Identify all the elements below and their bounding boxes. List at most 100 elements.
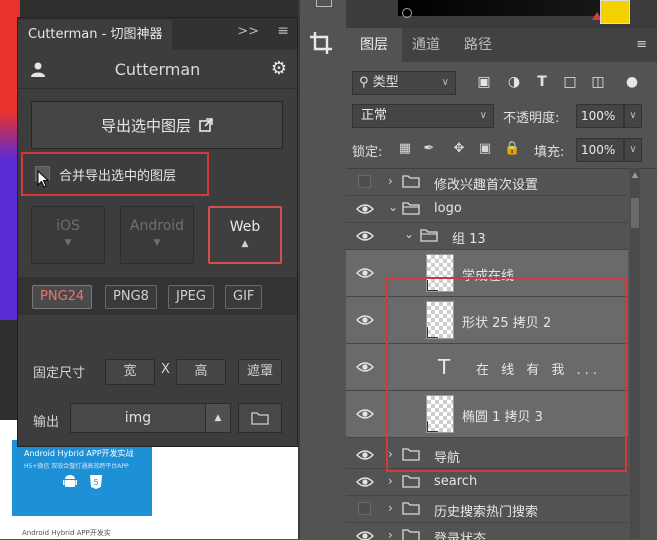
foreground-swatch[interactable]	[600, 0, 630, 24]
color-panel	[346, 0, 657, 28]
fixed-size-row: 固定尺寸 宽 X 高 遮罩	[18, 356, 297, 386]
eye-icon[interactable]	[356, 361, 374, 373]
export-selected-label: 导出选中图层	[100, 116, 191, 135]
eye-icon[interactable]	[356, 408, 374, 420]
lock-row: 锁定: ▦ ✒ ✥ ▣ 🔒 填充: 100% ∨	[352, 138, 652, 162]
type-filter-icon[interactable]: T	[534, 74, 550, 90]
layer-row[interactable]: › 导航	[346, 442, 628, 469]
cutterman-tab[interactable]: Cutterman - 切图神器	[18, 20, 173, 50]
lock-all-icon[interactable]: 🔒	[504, 142, 520, 156]
chevron-right-icon[interactable]: ›	[388, 528, 393, 540]
tab-layers[interactable]: 图层	[346, 28, 402, 62]
format-jpeg-button[interactable]: JPEG	[168, 285, 214, 309]
smart-object-icon	[427, 421, 438, 432]
layer-name: 在 线 有 我 ...	[476, 363, 601, 378]
visibility-toggle-off[interactable]	[358, 502, 371, 515]
smart-object-filter-icon[interactable]: ◫	[590, 74, 606, 90]
format-gif-button[interactable]: GIF	[225, 285, 263, 309]
lock-brush-icon[interactable]: ✒	[422, 142, 436, 156]
filter-toggle-icon[interactable]: ●	[624, 74, 640, 90]
eye-icon[interactable]	[356, 476, 374, 488]
lock-move-icon[interactable]: ✥	[452, 142, 466, 156]
platform-ios-button[interactable]: iOS ▼	[31, 206, 105, 264]
course-card-subtitle: H5+微信 双效合璧打通高效跨平台APP	[24, 463, 129, 470]
lock-transparent-icon[interactable]: ▦	[398, 142, 412, 156]
height-field[interactable]: 高	[176, 359, 226, 385]
width-field[interactable]: 宽	[105, 359, 155, 385]
eye-icon[interactable]	[356, 449, 374, 461]
layer-row[interactable]: › 修改兴趣首次设置	[346, 169, 628, 196]
fill-field[interactable]: 100%	[576, 138, 624, 162]
layer-row[interactable]: ⌄ logo	[346, 196, 628, 223]
layer-row-selected[interactable]: 形状 25 拷贝 2	[346, 297, 628, 344]
layer-row[interactable]: › 历史搜索热门搜索	[346, 496, 628, 523]
eye-icon[interactable]	[356, 230, 374, 242]
blend-mode-value: 正常	[361, 108, 388, 123]
layer-name: 学成在线	[462, 269, 515, 284]
layer-thumbnail	[426, 395, 454, 433]
chevron-down-icon[interactable]: ∨	[624, 104, 642, 128]
caret-up-icon[interactable]: ▲	[205, 403, 231, 433]
chevron-down-icon[interactable]: ⌄	[388, 200, 398, 214]
panel-menu-icon[interactable]: ≡	[636, 37, 647, 52]
smart-object-icon	[427, 327, 438, 338]
eye-icon[interactable]	[356, 314, 374, 326]
chevron-down-icon[interactable]: ⌄	[404, 227, 414, 241]
caret-up-icon[interactable]: ▲	[630, 170, 640, 179]
visibility-toggle-off[interactable]	[358, 175, 371, 188]
chevron-right-icon[interactable]: ›	[388, 447, 393, 461]
shape-filter-icon[interactable]: □	[562, 74, 578, 90]
color-picker-dot[interactable]	[402, 8, 412, 18]
panel-menu-icon[interactable]: ≡	[277, 23, 289, 39]
course-card-caption: Android Hybrid APP开发实	[22, 529, 111, 537]
platform-android-label: Android	[129, 218, 185, 234]
text-layer-icon: T	[438, 355, 451, 379]
chevron-right-icon[interactable]: ›	[388, 474, 393, 488]
opacity-field[interactable]: 100%	[576, 104, 624, 128]
tool-icon[interactable]	[316, 0, 332, 7]
layer-row[interactable]: › search	[346, 469, 628, 496]
output-folder-field[interactable]: img	[70, 403, 206, 433]
layer-name: 历史搜索热门搜索	[434, 505, 539, 520]
layer-row-selected[interactable]: T 在 线 有 我 ...	[346, 344, 628, 391]
scrollbar-thumb[interactable]	[631, 198, 639, 228]
image-filter-icon[interactable]: ▣	[476, 74, 492, 90]
layers-scrollbar[interactable]: ▲	[630, 168, 640, 539]
crop-icon[interactable]	[308, 30, 334, 56]
blend-row: 正常 ∨ 不透明度: 100% ∨	[352, 104, 652, 128]
chevron-down-icon[interactable]: ∨	[624, 138, 642, 162]
layer-row[interactable]: ⌄ 组 13	[346, 223, 628, 250]
merge-export-option: 合并导出选中的图层	[21, 152, 209, 196]
format-png24-button[interactable]: PNG24	[32, 285, 93, 309]
tab-channels[interactable]: 通道	[398, 28, 454, 62]
eye-icon[interactable]	[356, 267, 374, 279]
format-png8-button[interactable]: PNG8	[105, 285, 157, 309]
export-selected-button[interactable]: 导出选中图层	[31, 101, 283, 149]
folder-open-icon	[402, 202, 420, 215]
filter-kind-select[interactable]: ⚲ 类型 ∨	[352, 71, 456, 95]
chevron-right-icon[interactable]: ›	[388, 174, 393, 188]
chevron-right-icon[interactable]: ›	[388, 501, 393, 515]
folder-icon	[402, 175, 420, 188]
layer-row[interactable]: › 登录状态	[346, 523, 628, 540]
layer-list: › 修改兴趣首次设置 ⌄ logo ⌄ 组 13 学成在线 形状 25 拷贝 2…	[346, 168, 657, 540]
lock-artboard-icon[interactable]: ▣	[478, 142, 492, 156]
platform-web-button[interactable]: Web ▲	[208, 206, 282, 264]
double-chevron-right-icon[interactable]: >>	[237, 24, 259, 39]
folder-icon[interactable]	[238, 403, 282, 433]
tab-paths[interactable]: 路径	[450, 28, 506, 62]
mouse-cursor-icon	[37, 169, 50, 192]
layer-row-selected[interactable]: 椭圆 1 拷贝 3	[346, 391, 628, 438]
folder-open-icon	[420, 229, 438, 242]
fixed-size-label: 固定尺寸	[33, 366, 86, 381]
adjustment-filter-icon[interactable]: ◑	[506, 74, 522, 90]
eye-icon[interactable]	[356, 203, 374, 215]
lock-label: 锁定:	[352, 145, 383, 160]
platform-android-button[interactable]: Android ▼	[120, 206, 194, 264]
layer-name: 修改兴趣首次设置	[434, 178, 539, 193]
layer-row-selected[interactable]: 学成在线	[346, 250, 628, 297]
layer-thumbnail	[426, 301, 454, 339]
mask-button[interactable]: 遮罩	[238, 359, 282, 385]
gear-icon[interactable]: ⚙	[271, 58, 287, 79]
blend-mode-select[interactable]: 正常 ∨	[352, 104, 494, 128]
